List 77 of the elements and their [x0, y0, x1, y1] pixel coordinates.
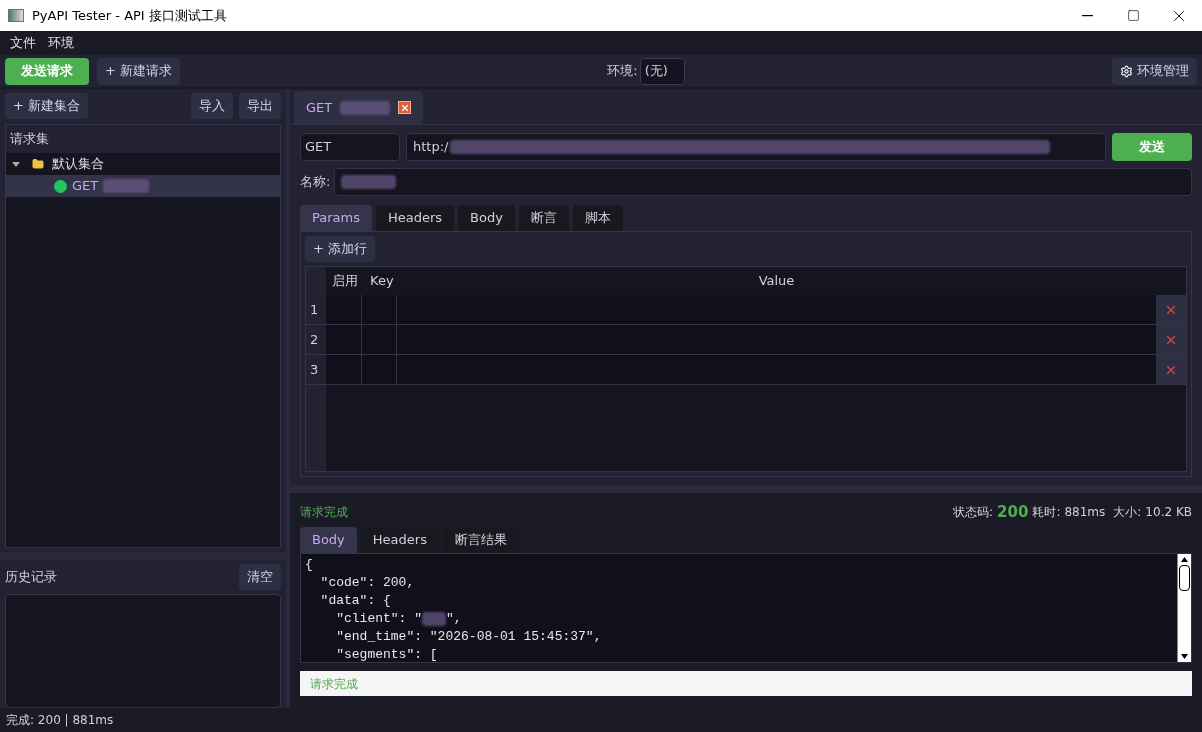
- new-collection-button[interactable]: + 新建集合: [5, 93, 89, 119]
- size-value: 10.2 KB: [1145, 504, 1192, 521]
- method-field[interactable]: GET: [300, 133, 400, 161]
- delete-row-button[interactable]: [1156, 295, 1186, 324]
- request-section-tab[interactable]: Params: [300, 205, 372, 231]
- table-cell[interactable]: [362, 325, 397, 354]
- request-section-tab[interactable]: Headers: [376, 205, 455, 231]
- status-code: 200: [997, 501, 1029, 523]
- column-header: Key: [369, 272, 395, 291]
- new-request-button[interactable]: + 新建请求: [97, 57, 181, 85]
- environment-manage-button[interactable]: 环境管理: [1112, 57, 1197, 85]
- request-tab[interactable]: GET: [294, 91, 424, 124]
- redaction-mark: [422, 611, 447, 626]
- url-field[interactable]: http:/: [406, 133, 1106, 161]
- response-tab[interactable]: 断言结果: [442, 527, 519, 553]
- delete-row-button[interactable]: [1156, 355, 1186, 384]
- column-header: 启用: [331, 272, 359, 291]
- table-cell[interactable]: [397, 325, 1156, 354]
- environment-label: 环境:: [607, 62, 638, 81]
- code-line: {: [305, 556, 314, 574]
- code-line: "end_time": "2026-08-01 15:45:37",: [335, 628, 603, 646]
- status-code-label: 状态码:: [953, 504, 994, 521]
- minimize-icon: [1081, 14, 1093, 17]
- table-cell[interactable]: [397, 295, 1156, 324]
- tree-folder[interactable]: 默认集合: [6, 153, 280, 175]
- table-cell[interactable]: [362, 355, 397, 384]
- window-title: PyAPI Tester - API 接口测试工具: [32, 6, 227, 25]
- code-line: "segments": [: [335, 646, 439, 662]
- time-value: 881ms: [1064, 504, 1106, 521]
- column-header: Value: [757, 272, 796, 291]
- response-message: 请求完成: [300, 504, 348, 521]
- table-cell[interactable]: [362, 295, 397, 324]
- response-tab[interactable]: Headers: [360, 527, 439, 553]
- scroll-down-icon[interactable]: [1181, 654, 1188, 659]
- response-tab[interactable]: Body: [300, 527, 357, 553]
- menu-item[interactable]: 环境: [48, 33, 74, 53]
- clear-history-button[interactable]: 清空: [239, 564, 281, 590]
- code-line: "code": 200,: [319, 574, 416, 592]
- delete-row-button[interactable]: [1156, 325, 1186, 354]
- size-label: 大小:: [1113, 504, 1142, 521]
- export-button[interactable]: 导出: [239, 93, 281, 119]
- request-section-tab[interactable]: 断言: [518, 205, 569, 231]
- row-number: 3: [306, 355, 326, 384]
- table-corner: [306, 267, 326, 295]
- code-line: "data": {: [319, 592, 392, 610]
- scrollbar-thumb[interactable]: [1179, 565, 1190, 591]
- row-number: 1: [306, 295, 326, 324]
- redaction-mark: [341, 175, 397, 189]
- redaction-mark: [340, 100, 391, 115]
- table-cell[interactable]: [326, 295, 362, 324]
- message-bar: 请求完成: [300, 671, 1192, 696]
- import-button[interactable]: 导入: [191, 93, 233, 119]
- environment-select[interactable]: (无): [639, 57, 685, 85]
- app-icon: [8, 9, 24, 22]
- scroll-up-icon[interactable]: [1181, 557, 1188, 562]
- scrollbar[interactable]: [1177, 554, 1191, 662]
- tree-title: 请求集: [10, 130, 49, 149]
- time-label: 耗时:: [1032, 504, 1061, 521]
- tree-request-item[interactable]: GET: [6, 175, 280, 197]
- maximize-icon: [1126, 9, 1140, 22]
- request-section-tab[interactable]: Body: [458, 205, 515, 231]
- redaction-mark: [103, 179, 150, 193]
- add-row-button[interactable]: + 添加行: [305, 236, 376, 262]
- close-tab-icon[interactable]: [398, 101, 412, 114]
- table-cell[interactable]: [397, 355, 1156, 384]
- settings-icon: [1120, 64, 1133, 78]
- table-cell[interactable]: [326, 355, 362, 384]
- folder-icon: [32, 158, 44, 170]
- caret-icon: [12, 160, 20, 168]
- request-section-tab[interactable]: 脚本: [572, 205, 623, 231]
- history-title: 历史记录: [5, 568, 57, 587]
- name-field[interactable]: [334, 168, 1192, 196]
- row-number: 2: [306, 325, 326, 354]
- name-label: 名称:: [300, 173, 331, 192]
- menu-item[interactable]: 文件: [10, 33, 36, 53]
- code-line: "client": " ",: [335, 610, 463, 628]
- table-cell[interactable]: [326, 325, 362, 354]
